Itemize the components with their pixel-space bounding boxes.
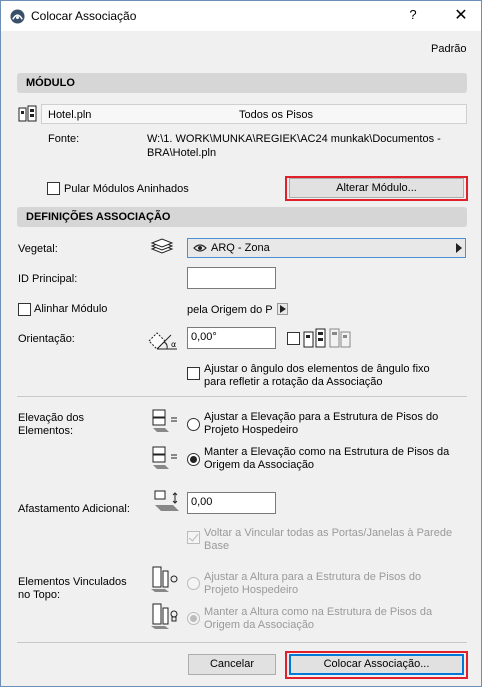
offset-label: Afastamento Adicional: — [18, 503, 130, 515]
cancel-button[interactable]: Cancelar — [188, 654, 276, 675]
module-file-name: Hotel.pln — [48, 109, 92, 121]
top-keep-line2: Origem da Associação — [204, 619, 315, 631]
adjust-angle-line2: para refletir a rotação da Associação — [204, 376, 383, 388]
top-keep-line1: Manter a Altura como na Estrutura de Pis… — [204, 606, 433, 618]
reconnect-doors-line1: Voltar a Vincular todas as Portas/Janela… — [204, 527, 453, 539]
elevation-label-line1: Elevação dos — [18, 412, 85, 424]
elevation-adjust-line1: Ajustar a Elevação para a Estrutura de P… — [204, 411, 439, 423]
top-adjust-line1: Ajustar a Altura para a Estrutura de Pis… — [204, 571, 422, 583]
top-linked-label-line2: no Topo: — [18, 589, 61, 601]
placement-settings-header: DEFINIÇÕES ASSOCIAÇÃO — [17, 207, 467, 227]
top-keep-radio[interactable] — [187, 612, 200, 625]
align-module-checkbox[interactable] — [18, 303, 31, 316]
reconnect-doors-checkbox[interactable] — [187, 531, 200, 544]
adjust-angle-line1: Ajustar o ângulo dos elementos de ângulo… — [204, 363, 430, 375]
elevation-label-line2: Elementos: — [18, 425, 74, 437]
adjust-angle-checkbox[interactable] — [187, 367, 200, 380]
id-input[interactable] — [187, 267, 276, 289]
align-origin-value: pela Origem do P — [187, 304, 273, 316]
layer-value: ARQ - Zona — [211, 242, 270, 254]
elevation-keep-line1: Manter a Elevação como na Estrutura de P… — [204, 446, 450, 458]
orientation-input[interactable]: 0,00° — [187, 327, 276, 349]
id-label: ID Principal: — [18, 273, 78, 285]
top-adjust-radio[interactable] — [187, 577, 200, 590]
source-path-line1: W:\1. WORK\MUNKA\REGIEK\AC24 munkak\Docu… — [147, 133, 441, 145]
top-adjust-line2: Projeto Hospedeiro — [204, 584, 299, 596]
rotation-angle-icon: α — [148, 332, 177, 350]
source-path-line2: BRA\Hotel.pln — [147, 147, 217, 159]
archicad-app-icon — [10, 9, 25, 24]
skip-nested-label: Pular Módulos Aninhados — [64, 183, 189, 195]
module-floors: Todos os Pisos — [239, 109, 313, 121]
help-button[interactable]: ? — [399, 7, 427, 27]
mirror-checkbox[interactable] — [287, 332, 300, 345]
top-keep-icon — [151, 603, 178, 629]
module-file-icon — [18, 105, 37, 122]
reconnect-doors-line2: Base — [204, 540, 230, 552]
mirrored-module-icon[interactable] — [329, 327, 351, 349]
chevron-right-icon — [456, 243, 462, 253]
mirror-module-icon[interactable] — [303, 327, 327, 349]
close-button[interactable]: ✕ — [447, 5, 475, 27]
chevron-right-icon — [280, 305, 286, 313]
default-settings-link[interactable]: Padrão — [431, 43, 466, 55]
elevation-adjust-radio[interactable] — [187, 418, 200, 431]
place-hotlink-button[interactable]: Colocar Associação... — [289, 654, 464, 675]
elevation-keep-line2: Origem da Associação — [204, 459, 315, 471]
dialog-window: Colocar Associação ? ✕ Padrão MÓDULO Hot… — [0, 0, 482, 687]
eye-icon — [193, 244, 207, 252]
offset-icon — [154, 490, 179, 511]
change-module-button[interactable]: Alterar Módulo... — [289, 178, 464, 198]
source-label: Fonte: — [48, 133, 80, 145]
window-title: Colocar Associação — [31, 9, 137, 23]
align-origin-popup[interactable] — [277, 303, 288, 315]
svg-text:α: α — [171, 340, 176, 349]
module-section-header: MÓDULO — [17, 73, 467, 93]
offset-input[interactable]: 0,00 — [187, 492, 276, 514]
top-linked-label-line1: Elementos Vinculados — [18, 576, 127, 588]
orientation-label: Orientação: — [18, 333, 75, 345]
align-module-label: Alinhar Módulo — [34, 303, 108, 315]
elevation-keep-icon — [152, 446, 177, 469]
footer-separator — [17, 642, 467, 643]
top-adjust-icon — [151, 566, 178, 592]
title-bar: Colocar Associação ? ✕ — [1, 1, 481, 31]
layer-label: Vegetal: — [18, 243, 58, 255]
skip-nested-checkbox[interactable] — [47, 182, 60, 195]
separator — [17, 396, 467, 397]
elevation-adjust-line2: Projeto Hospedeiro — [204, 424, 299, 436]
elevation-adjust-icon — [152, 409, 177, 432]
layer-icon — [150, 238, 174, 254]
elevation-keep-radio[interactable] — [187, 453, 200, 466]
